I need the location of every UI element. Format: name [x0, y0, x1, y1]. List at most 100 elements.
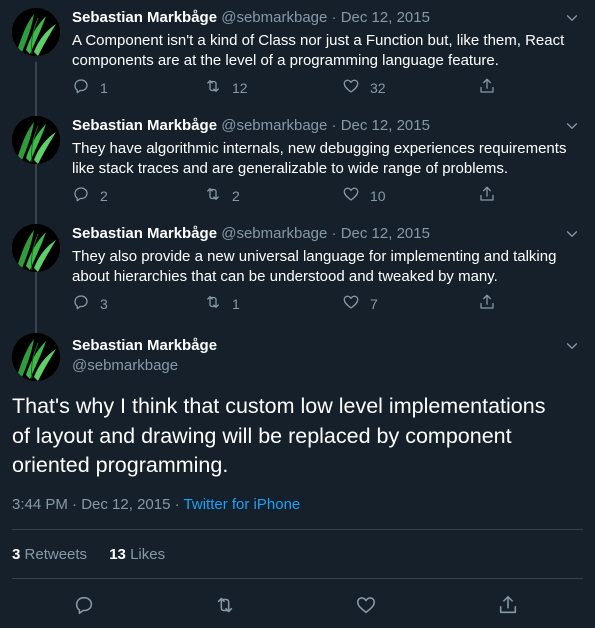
main-tweet-header: Sebastian Markbåge @sebmarkbage: [72, 337, 217, 374]
heart-icon: [355, 603, 377, 620]
heart-icon: [342, 185, 360, 206]
author-name[interactable]: Sebastian Markbåge: [72, 117, 217, 134]
retweets-count: 3: [12, 546, 21, 563]
thread-tweet-1[interactable]: Sebastian Markbåge @sebmarkbage · Dec 12…: [0, 0, 595, 108]
main-tweet-text-line: oriented programming.: [12, 453, 229, 477]
share-button[interactable]: [497, 594, 521, 618]
heart-icon: [342, 293, 360, 314]
author-handle[interactable]: @sebmarkbage: [221, 117, 327, 134]
tweet-text: A Component isn't a kind of Class nor ju…: [72, 31, 587, 70]
like-button[interactable]: 10: [342, 185, 386, 206]
like-button[interactable]: 7: [342, 293, 378, 314]
retweet-count: 2: [232, 187, 240, 204]
reply-icon: [72, 293, 90, 314]
thread-tweet-3[interactable]: Sebastian Markbåge @sebmarkbage · Dec 12…: [0, 216, 595, 326]
retweet-icon: [204, 185, 222, 206]
author-name[interactable]: Sebastian Markbåge: [72, 337, 217, 354]
like-count: 7: [370, 295, 378, 312]
tweet-text-line: They have algorithmic internals, new deb…: [72, 140, 567, 157]
tweet-actions: 1 12 32: [72, 77, 512, 97]
avatar[interactable]: [12, 333, 60, 381]
retweet-button[interactable]: 1: [204, 293, 240, 314]
share-button[interactable]: [478, 293, 496, 314]
main-tweet-text-line: of layout and drawing will be replaced b…: [12, 423, 512, 448]
main-tweet-text: That's why I think that custom low level…: [12, 392, 582, 481]
chevron-down-icon[interactable]: [563, 225, 581, 243]
separator: ·: [174, 496, 180, 513]
tweet-header: Sebastian Markbåge @sebmarkbage · Dec 12…: [72, 117, 430, 134]
tweet-stats: 3 Retweets 13 Likes: [12, 546, 183, 563]
divider: [12, 529, 583, 530]
avatar[interactable]: [12, 224, 60, 272]
reply-icon: [72, 77, 90, 98]
reply-button[interactable]: 1: [72, 77, 108, 98]
heart-icon: [342, 77, 360, 98]
like-count: 10: [370, 187, 386, 204]
likes-count: 13: [109, 546, 126, 563]
share-button[interactable]: [478, 77, 496, 98]
reply-button[interactable]: 2: [72, 185, 108, 206]
share-icon: [497, 603, 519, 620]
tweet-text-line: They also provide a new universal langua…: [72, 248, 557, 265]
reply-icon: [72, 185, 90, 206]
author-handle[interactable]: @sebmarkbage: [221, 225, 327, 242]
tweet-text: They also provide a new universal langua…: [72, 247, 587, 286]
main-tweet-actions: [0, 594, 595, 618]
retweet-icon: [204, 77, 222, 98]
retweets-stat[interactable]: 3 Retweets: [12, 546, 87, 563]
tweet-meta: 3:44 PM · Dec 12, 2015 · Twitter for iPh…: [12, 496, 300, 513]
reply-icon: [73, 603, 95, 620]
tweet-text-line: about hierarchies that can be understood…: [72, 267, 498, 285]
tweet-time[interactable]: 3:44 PM: [12, 496, 68, 513]
like-count: 32: [370, 79, 386, 96]
likes-stat[interactable]: 13 Likes: [109, 546, 165, 563]
main-tweet-text-line: That's why I think that custom low level…: [12, 394, 546, 418]
thread-tweet-2[interactable]: Sebastian Markbåge @sebmarkbage · Dec 12…: [0, 108, 595, 216]
author-handle[interactable]: @sebmarkbage: [221, 9, 327, 26]
share-button[interactable]: [478, 185, 496, 206]
tweet-actions: 3 1 7: [72, 293, 512, 313]
retweets-label: Retweets: [24, 546, 88, 563]
divider: [12, 578, 583, 579]
chevron-down-icon[interactable]: [563, 337, 581, 355]
separator: ·: [72, 496, 78, 513]
share-icon: [478, 185, 496, 206]
likes-label: Likes: [130, 546, 166, 563]
tweet-date[interactable]: Dec 12, 2015: [341, 9, 430, 26]
tweet-text-line: like stack traces and are generalizable …: [72, 159, 509, 177]
reply-count: 3: [100, 295, 108, 312]
retweet-button[interactable]: [214, 594, 238, 618]
separator: ·: [331, 117, 337, 134]
reply-button[interactable]: 3: [72, 293, 108, 314]
chevron-down-icon[interactable]: [563, 9, 581, 27]
tweet-date[interactable]: Dec 12, 2015: [341, 117, 430, 134]
separator: ·: [331, 9, 337, 26]
reply-count: 1: [100, 79, 108, 96]
reply-count: 2: [100, 187, 108, 204]
author-name[interactable]: Sebastian Markbåge: [72, 9, 217, 26]
tweet-header: Sebastian Markbåge @sebmarkbage · Dec 12…: [72, 225, 430, 242]
tweet-date[interactable]: Dec 12, 2015: [341, 225, 430, 242]
like-button[interactable]: [355, 594, 379, 618]
chevron-down-icon[interactable]: [563, 117, 581, 135]
avatar[interactable]: [12, 116, 60, 164]
tweet-text: They have algorithmic internals, new deb…: [72, 139, 587, 178]
like-button[interactable]: 32: [342, 77, 386, 98]
tweet-date[interactable]: Dec 12, 2015: [81, 496, 170, 513]
retweet-button[interactable]: 2: [204, 185, 240, 206]
retweet-count: 1: [232, 295, 240, 312]
author-handle[interactable]: @sebmarkbage: [72, 357, 217, 374]
tweet-source-link[interactable]: Twitter for iPhone: [184, 496, 301, 513]
retweet-button[interactable]: 12: [204, 77, 248, 98]
author-name[interactable]: Sebastian Markbåge: [72, 225, 217, 242]
retweet-count: 12: [232, 79, 248, 96]
tweet-header: Sebastian Markbåge @sebmarkbage · Dec 12…: [72, 9, 430, 26]
retweet-icon: [214, 603, 236, 620]
share-icon: [478, 77, 496, 98]
reply-button[interactable]: [73, 594, 97, 618]
avatar[interactable]: [12, 8, 60, 56]
retweet-icon: [204, 293, 222, 314]
tweet-text-line: components are at the level of a program…: [72, 51, 499, 69]
share-icon: [478, 293, 496, 314]
tweet-text-line: A Component isn't a kind of Class nor ju…: [72, 32, 565, 49]
